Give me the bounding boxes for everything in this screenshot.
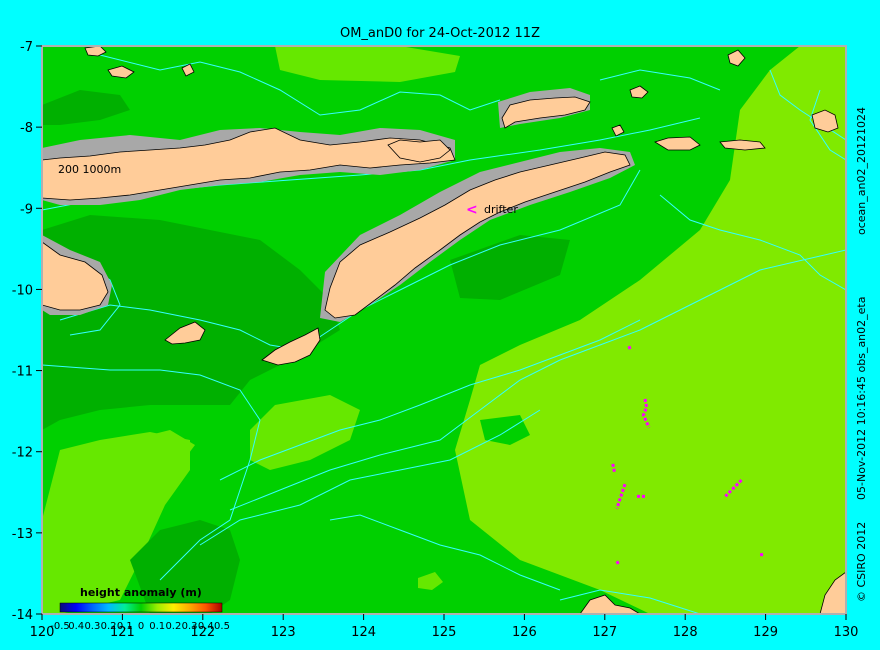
y-axis: -7 -8 -9 -10 -11 -12 -13 -14 xyxy=(12,40,42,623)
y-tick-label: -12 xyxy=(12,446,33,461)
y-tick-label: -10 xyxy=(12,283,33,298)
colorbar-tick-label: 0.3 xyxy=(84,621,100,632)
y-tick-label: -9 xyxy=(20,202,33,217)
colorbar-tick-label: 0 xyxy=(138,621,144,632)
depth-contour-label: 200 1000m xyxy=(58,163,121,176)
colorbar-ticks: -0.50.4 0.3 0.2 0.1 0 0.1 0.2 0.3 0.4 0.5 xyxy=(50,621,230,632)
colorbar-tick-label: 0.1 xyxy=(117,621,133,632)
drifter-label: drifter xyxy=(484,203,518,216)
colorbar-tick-label: 0.3 xyxy=(182,621,198,632)
land-moa xyxy=(719,139,766,151)
x-tick-label: 130 xyxy=(834,625,859,640)
colorbar-tick-label: 0.2 xyxy=(165,621,181,632)
y-tick-label: -8 xyxy=(20,121,33,136)
y-tick-label: -14 xyxy=(12,608,33,623)
colorbar-tick-label: 0.5 xyxy=(214,621,230,632)
colorbar-tick-label: 0.1 xyxy=(149,621,165,632)
colorbar-tick-label: -0.5 xyxy=(50,621,70,632)
x-tick-label: 128 xyxy=(673,625,698,640)
x-tick-label: 125 xyxy=(432,625,457,640)
drifter-arrow: < xyxy=(466,202,478,218)
colorbar xyxy=(59,602,223,613)
chart-figure: OM_anD0 for 24-Oct-2012 11Z < drifter 20… xyxy=(12,26,868,640)
x-tick-label: 126 xyxy=(512,625,537,640)
x-tick-label: 127 xyxy=(592,625,617,640)
x-tick-label: 129 xyxy=(753,625,778,640)
side-copyright-text: © CSIRO 2012 xyxy=(855,522,868,602)
side-product-text: ocean_an02_20121024 xyxy=(855,107,868,235)
colorbar-tick-label: 0.4 xyxy=(198,621,214,632)
y-tick-label: -7 xyxy=(20,40,33,55)
y-tick-label: -13 xyxy=(12,527,33,542)
colorbar-tick-label: 0.2 xyxy=(101,621,117,632)
chart-title: OM_anD0 for 24-Oct-2012 11Z xyxy=(340,26,540,41)
colorbar-tick-label: 0.4 xyxy=(68,621,84,632)
colorbar-title: height anomaly (m) xyxy=(80,586,202,599)
x-tick-label: 123 xyxy=(271,625,296,640)
side-date-text: 05-Nov-2012 10:16:45 obs_an02_eta xyxy=(855,297,868,500)
y-tick-label: -11 xyxy=(12,365,33,380)
x-tick-label: 124 xyxy=(351,625,376,640)
plot-area xyxy=(42,46,846,614)
